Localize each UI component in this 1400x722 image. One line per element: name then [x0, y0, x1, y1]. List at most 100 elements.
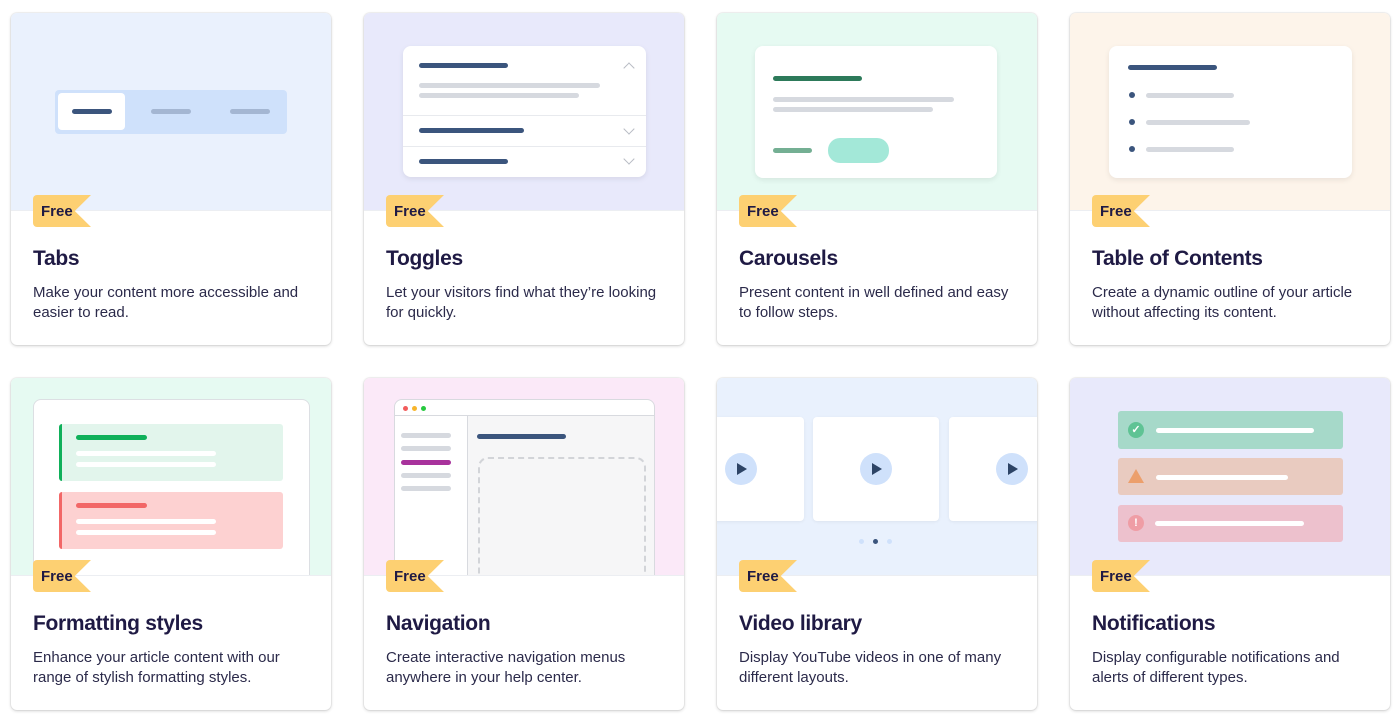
free-badge: Free	[386, 195, 444, 227]
placeholder-bar	[401, 433, 451, 438]
video-library-preview	[717, 378, 1037, 576]
video-thumbnail	[813, 417, 939, 521]
error-block-illustration	[59, 492, 283, 549]
card-description: Create a dynamic outline of your article…	[1092, 284, 1353, 321]
card-description: Display YouTube videos in one of many di…	[739, 649, 1002, 686]
placeholder-bar	[76, 519, 216, 524]
placeholder-bar	[1146, 147, 1234, 152]
placeholder-bar	[419, 63, 508, 68]
free-badge: Free	[739, 195, 797, 227]
chevron-down-icon	[623, 123, 635, 135]
placeholder-bar	[419, 83, 600, 88]
toc-illustration	[1109, 46, 1352, 178]
video-thumbnail	[949, 417, 1037, 521]
card-tabs[interactable]: Free Tabs Make your content more accessi…	[11, 13, 331, 345]
placeholder-bar	[151, 109, 191, 114]
bullet-dot	[1129, 146, 1135, 152]
bullet-dot	[1129, 119, 1135, 125]
dropzone-illustration	[478, 457, 646, 575]
card-title: Toggles	[386, 247, 463, 270]
window-close-dot	[403, 406, 408, 411]
placeholder-bar	[72, 109, 112, 114]
card-carousels[interactable]: Free Carousels Present content in well d…	[717, 13, 1037, 345]
placeholder-bar	[401, 486, 451, 491]
carousels-preview	[717, 13, 1037, 211]
free-badge: Free	[386, 560, 444, 592]
content-area-illustration	[467, 416, 654, 575]
placeholder-bar	[1156, 428, 1314, 433]
free-badge: Free	[33, 560, 91, 592]
check-circle-icon: ✓	[1128, 422, 1144, 438]
placeholder-bar	[773, 148, 812, 153]
window-maximize-dot	[421, 406, 426, 411]
card-description: Let your visitors find what they’re look…	[386, 284, 657, 321]
placeholder-bar	[1146, 120, 1250, 125]
placeholder-bar	[76, 435, 147, 440]
error-circle-icon: !	[1128, 515, 1144, 531]
placeholder-bar	[1128, 65, 1217, 70]
card-navigation[interactable]: Free Navigation Create interactive navig…	[364, 378, 684, 710]
chevron-up-icon	[623, 62, 635, 74]
toggles-preview	[364, 13, 684, 211]
video-thumbnail	[717, 417, 804, 521]
placeholder-bar	[401, 473, 451, 478]
window-minimize-dot	[412, 406, 417, 411]
pagination-dot-active	[873, 539, 878, 544]
placeholder-bar	[401, 446, 451, 451]
card-title: Notifications	[1092, 612, 1216, 635]
placeholder-bar	[1146, 93, 1234, 98]
card-description: Display configurable notifications and a…	[1092, 649, 1340, 686]
free-badge: Free	[33, 195, 91, 227]
placeholder-bar	[773, 107, 933, 112]
accordion-illustration	[403, 46, 646, 177]
card-video-library[interactable]: Free Video library Display YouTube video…	[717, 378, 1037, 710]
notifications-preview: ✓ !	[1070, 378, 1390, 576]
card-title: Carousels	[739, 247, 838, 270]
placeholder-bar	[1155, 521, 1304, 526]
success-block-illustration	[59, 424, 283, 481]
active-nav-item-bar	[401, 460, 451, 465]
card-notifications[interactable]: ✓ ! Free Notifications Display configura…	[1070, 378, 1390, 710]
card-formatting-styles[interactable]: Free Formatting styles Enhance your arti…	[11, 378, 331, 710]
chevron-down-icon	[623, 153, 635, 165]
placeholder-bar	[76, 503, 147, 508]
error-notification-illustration: !	[1118, 505, 1343, 542]
placeholder-bar	[773, 97, 954, 102]
card-toggles[interactable]: Free Toggles Let your visitors find what…	[364, 13, 684, 345]
divider	[403, 146, 646, 147]
free-badge: Free	[739, 560, 797, 592]
play-icon	[996, 453, 1028, 485]
card-title: Table of Contents	[1092, 247, 1263, 270]
placeholder-bar	[773, 76, 862, 81]
placeholder-bar	[477, 434, 566, 439]
placeholder-bar	[1156, 475, 1288, 480]
warning-triangle-icon	[1128, 469, 1144, 483]
card-description: Enhance your article content with our ra…	[33, 649, 280, 686]
play-icon	[860, 453, 892, 485]
tabs-strip-illustration	[55, 90, 287, 134]
bullet-dot	[1129, 92, 1135, 98]
play-icon	[725, 453, 757, 485]
free-badge: Free	[1092, 195, 1150, 227]
card-table-of-contents[interactable]: Free Table of Contents Create a dynamic …	[1070, 13, 1390, 345]
active-tab-illustration	[58, 93, 125, 130]
warning-notification-illustration	[1118, 458, 1343, 495]
placeholder-bar	[419, 93, 579, 98]
card-title: Tabs	[33, 247, 80, 270]
browser-window-illustration	[394, 399, 655, 575]
divider	[403, 115, 646, 116]
card-description: Make your content more accessible and ea…	[33, 284, 299, 321]
placeholder-bar	[76, 530, 216, 535]
formatting-preview	[11, 378, 331, 576]
placeholder-bar	[76, 462, 216, 467]
card-title: Video library	[739, 612, 862, 635]
pagination-dot	[859, 539, 864, 544]
document-illustration	[33, 399, 310, 575]
placeholder-bar	[230, 109, 270, 114]
card-title: Formatting styles	[33, 612, 203, 635]
placeholder-bar	[419, 128, 524, 133]
tabs-preview	[11, 13, 331, 211]
card-description: Create interactive navigation menus anyw…	[386, 649, 626, 686]
carousel-slide-illustration	[755, 46, 997, 178]
placeholder-bar	[76, 451, 216, 456]
